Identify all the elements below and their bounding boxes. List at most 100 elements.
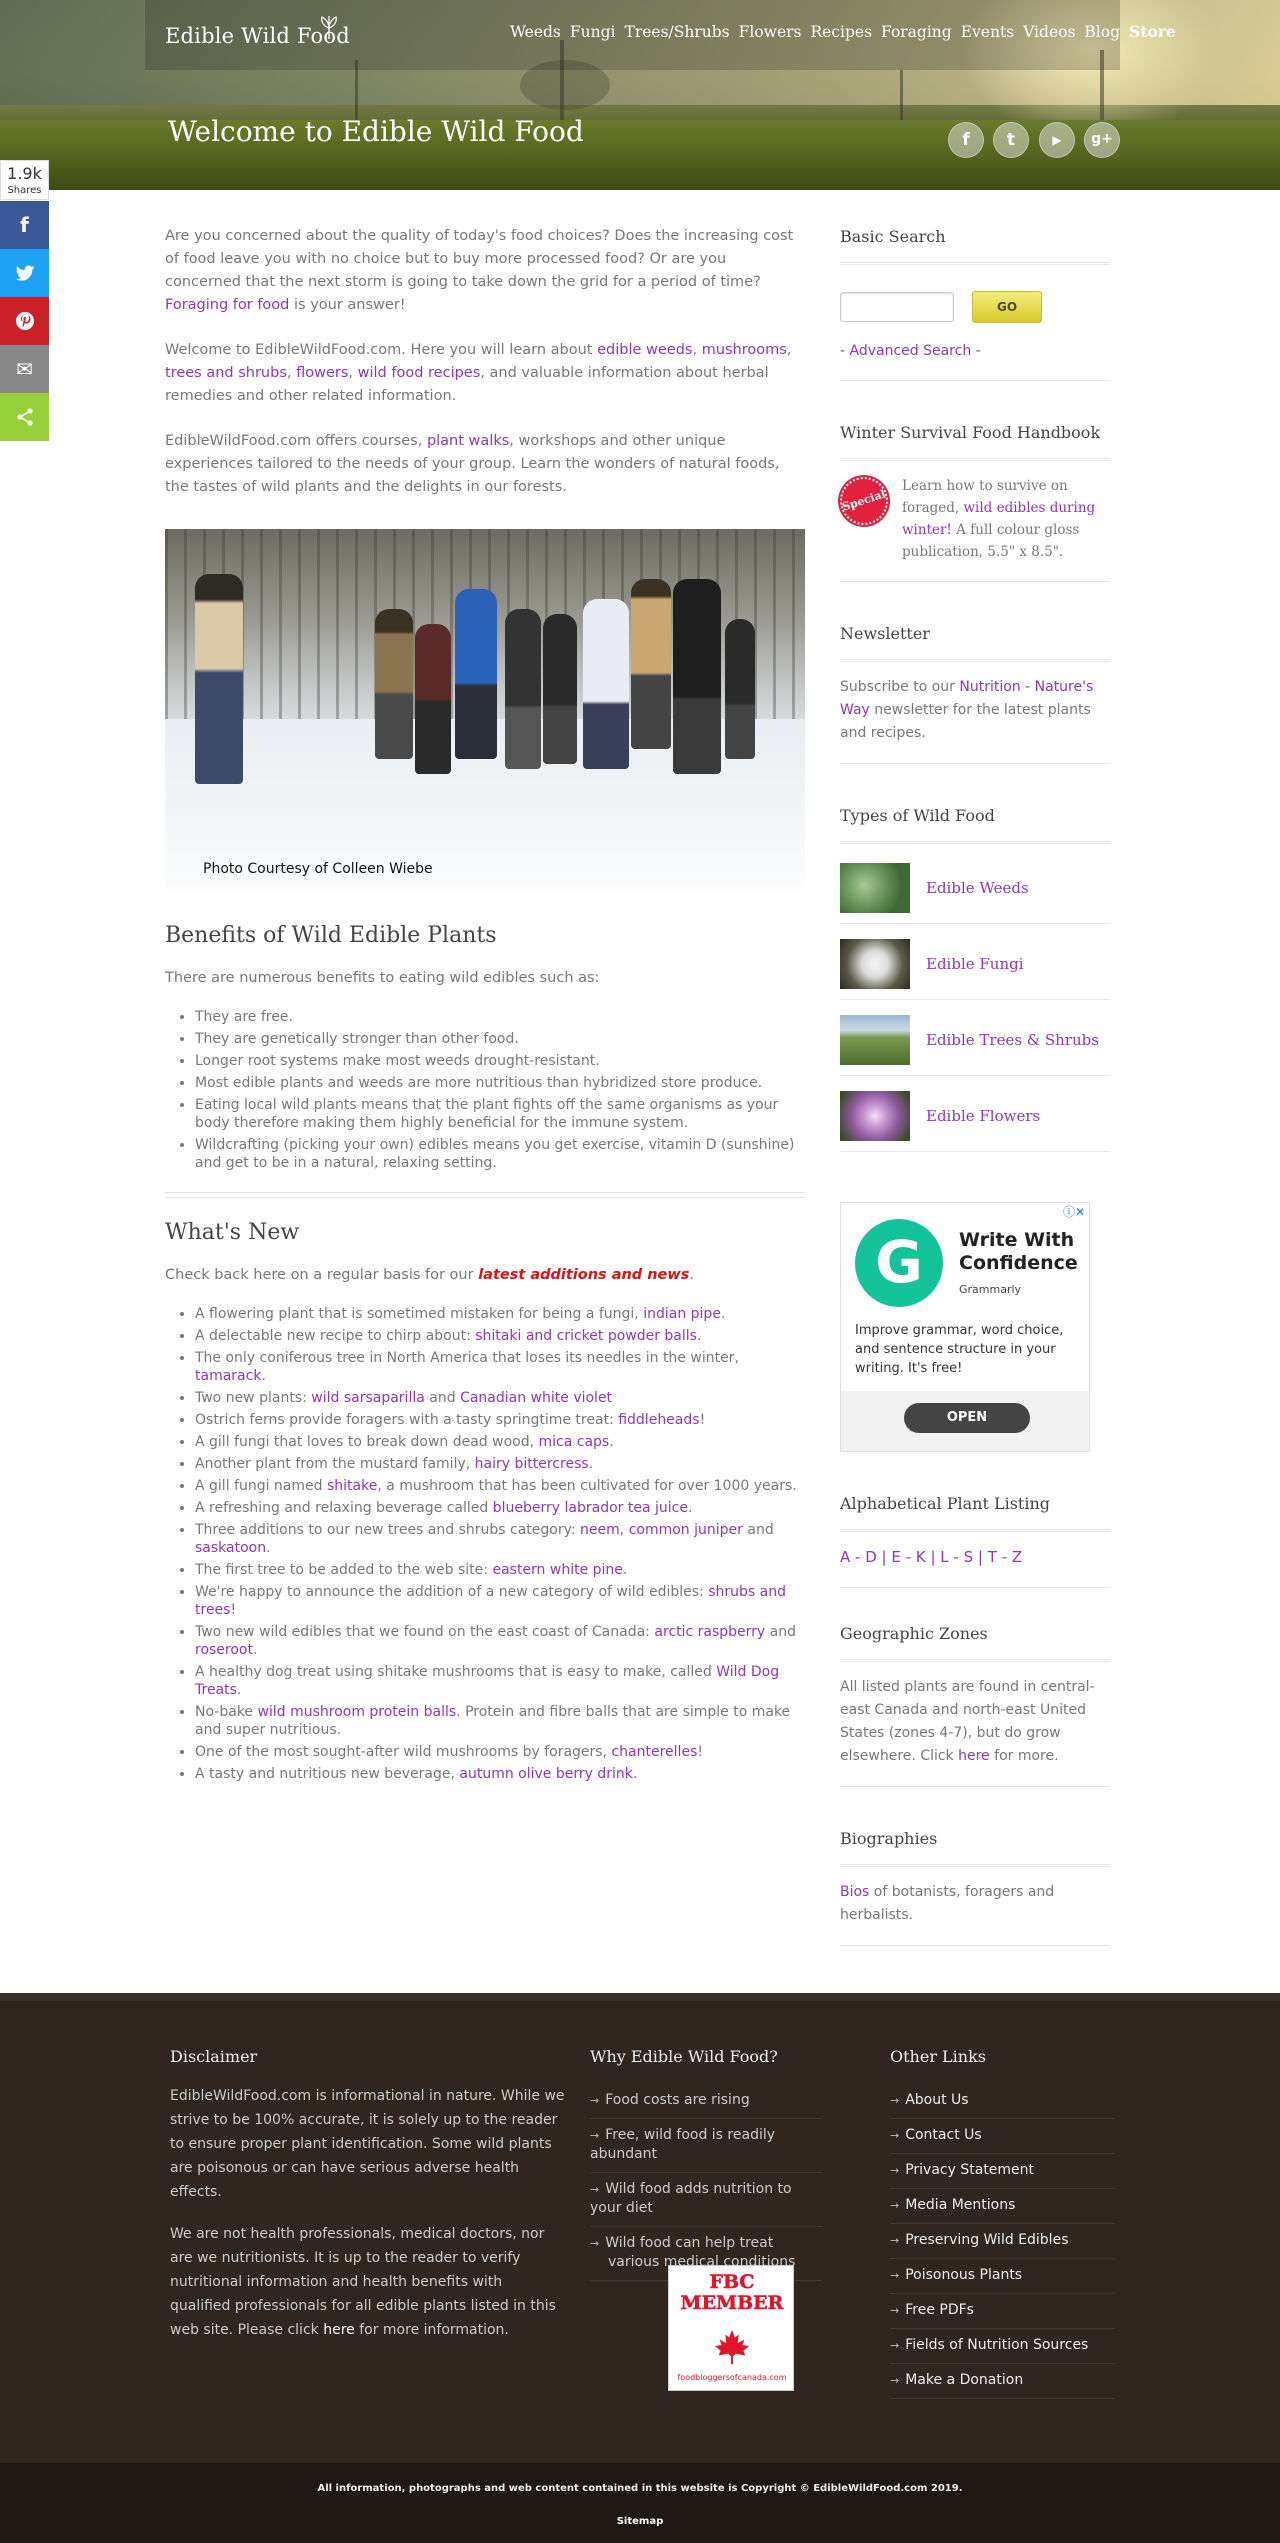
link-blueberry-labrador-tea[interactable]: blueberry labrador tea juice [493,1500,688,1516]
link-trees-and-shrubs[interactable]: trees and shrubs [165,365,287,381]
item-text: A gill fungi that loves to break down de… [195,1434,539,1451]
link-edible-weeds-type[interactable]: Edible Weeds [926,877,1029,900]
list-item: They are free. [195,1008,805,1026]
sitemap-link[interactable]: Sitemap [0,2514,1280,2530]
share-sharethis-button[interactable] [0,393,49,441]
link-fields-of-nutrition[interactable]: Fields of Nutrition Sources [905,2337,1088,2353]
link-neem[interactable]: neem [580,1522,620,1538]
link-a-d[interactable]: A - D [840,1548,877,1566]
link-saskatoon[interactable]: saskatoon [195,1540,266,1556]
link-wild-sarsaparilla[interactable]: wild sarsaparilla [311,1390,425,1406]
facebook-icon[interactable]: f [948,122,984,158]
link-poisonous-plants[interactable]: Poisonous Plants [905,2267,1022,2283]
link-wild-mushroom-protein-balls[interactable]: wild mushroom protein balls [258,1704,457,1720]
link-e-k[interactable]: E - K [891,1548,925,1566]
share-twitter-button[interactable] [0,249,49,297]
fbc-member-badge[interactable]: FBC MEMBER foodbloggersofcanada.com [668,2265,794,2391]
twitter-icon[interactable]: t [993,122,1029,158]
link-arctic-raspberry[interactable]: arctic raspberry [654,1624,765,1640]
geo-text-part: for more. [989,1747,1059,1764]
type-item-fungi[interactable]: Edible Fungi [840,930,1110,1000]
link-free-pdfs[interactable]: Free PDFs [905,2302,974,2318]
type-item-trees-shrubs[interactable]: Edible Trees & Shrubs [840,1006,1110,1076]
share-email-button[interactable]: ✉ [0,345,49,393]
link-mica-caps[interactable]: mica caps [539,1434,610,1450]
link-autumn-olive-berry-drink[interactable]: autumn olive berry drink [459,1766,632,1782]
intro-paragraph-3: EdibleWildFood.com offers courses, plant… [165,430,805,499]
nav-weeds[interactable]: Weeds [510,20,561,44]
link-eastern-white-pine[interactable]: eastern white pine [492,1562,622,1578]
link-tamarack[interactable]: tamarack [195,1368,261,1384]
youtube-icon[interactable]: ▶ [1039,122,1075,158]
link-edible-weeds[interactable]: edible weeds [597,342,692,358]
link-canadian-white-violet[interactable]: Canadian white violet [460,1390,612,1406]
whats-new-title: What's New [165,1220,300,1246]
link-indian-pipe[interactable]: indian pipe [643,1306,721,1322]
link-edible-trees-shrubs-type[interactable]: Edible Trees & Shrubs [926,1029,1099,1052]
link-make-a-donation[interactable]: Make a Donation [905,2372,1023,2388]
link-l-s[interactable]: L - S [940,1548,973,1566]
nav-trees-shrubs[interactable]: Trees/Shrubs [625,20,730,44]
nav-store[interactable]: Store [1129,20,1176,44]
photo-person [455,589,497,759]
type-item-weeds[interactable]: Edible Weeds [840,854,1110,924]
nav-flowers[interactable]: Flowers [739,20,802,44]
link-edible-flowers-type[interactable]: Edible Flowers [926,1105,1040,1128]
link-t-z[interactable]: T - Z [988,1548,1022,1566]
search-input[interactable] [840,291,954,322]
nav-events[interactable]: Events [961,20,1014,44]
link-chanterelles[interactable]: chanterelles [611,1744,697,1760]
link-mushrooms[interactable]: mushrooms [702,342,787,358]
maple-leaf-icon [714,2329,750,2365]
link-geo-here[interactable]: here [958,1748,990,1764]
link-media-mentions[interactable]: Media Mentions [905,2197,1015,2213]
grammarly-ad[interactable]: ⓘ✕ G Write With Confidence Grammarly Imp… [840,1201,1090,1452]
google-plus-icon[interactable]: g+ [1084,122,1120,158]
ad-open-button[interactable]: OPEN [904,1402,1030,1433]
list-item: A gill fungi named shitake, a mushroom t… [195,1477,805,1495]
link-shitake[interactable]: shitake [327,1478,377,1494]
ad-choices-icon[interactable]: ⓘ✕ [1063,1203,1085,1222]
nav-blog[interactable]: Blog [1084,20,1120,44]
link-roseroot[interactable]: roseroot [195,1642,253,1658]
type-item-flowers[interactable]: Edible Flowers [840,1082,1110,1152]
link-foraging-for-food[interactable]: Foraging for food [165,297,289,313]
link-fiddleheads[interactable]: fiddleheads [618,1412,699,1428]
link-edible-fungi-type[interactable]: Edible Fungi [926,953,1024,976]
special-badge[interactable]: Special [833,471,895,532]
link-bios[interactable]: Bios [840,1884,869,1900]
alpha-links: A - D | E - K | L - S | T - Z [840,1546,1110,1569]
go-button[interactable]: GO [972,290,1042,323]
link-flowers[interactable]: flowers [296,365,348,381]
link-privacy-statement[interactable]: Privacy Statement [905,2162,1034,2178]
nav-recipes[interactable]: Recipes [811,20,873,44]
list-item: The first tree to be added to the web si… [195,1561,805,1579]
newsletter-text-part: newsletter for the latest plants and rec… [840,702,1091,742]
link-hairy-bittercress[interactable]: hairy bittercress [475,1456,589,1472]
list-item: A refreshing and relaxing beverage calle… [195,1499,805,1517]
benefits-list: They are free. They are genetically stro… [195,1008,805,1172]
nav-videos[interactable]: Videos [1023,20,1075,44]
item-text: Ostrich ferns provide foragers with a ta… [195,1412,619,1429]
nav-foraging[interactable]: Foraging [881,20,952,44]
link-disclaimer-here[interactable]: here [323,2322,355,2338]
link-preserving-wild-edibles[interactable]: Preserving Wild Edibles [905,2232,1068,2248]
share-facebook-button[interactable]: f [0,201,49,249]
link-plant-walks[interactable]: plant walks [427,433,509,449]
ad-brand: Grammarly [959,1282,1022,1296]
advanced-search-link[interactable]: - Advanced Search - [840,341,1110,363]
share-pinterest-button[interactable] [0,297,49,345]
link-contact-us[interactable]: Contact Us [905,2127,981,2143]
link-about-us[interactable]: About Us [905,2092,968,2108]
list-item: Two new plants: wild sarsaparilla and Ca… [195,1389,805,1407]
link-wild-food-recipes[interactable]: wild food recipes [358,365,481,381]
trees-thumbnail [840,1015,910,1066]
item-text: A tasty and nutritious new beverage, [195,1766,460,1783]
list-item: A flowering plant that is sometimed mist… [195,1305,805,1323]
link-shitaki-cricket-balls[interactable]: shitaki and cricket powder balls [475,1328,697,1344]
nav-fungi[interactable]: Fungi [570,20,616,44]
link-common-juniper[interactable]: common juniper [629,1522,743,1538]
list-item: Three additions to our new trees and shr… [195,1521,805,1557]
arrow-right-icon: → [890,2093,900,2107]
arrow-right-icon: → [590,2182,600,2196]
